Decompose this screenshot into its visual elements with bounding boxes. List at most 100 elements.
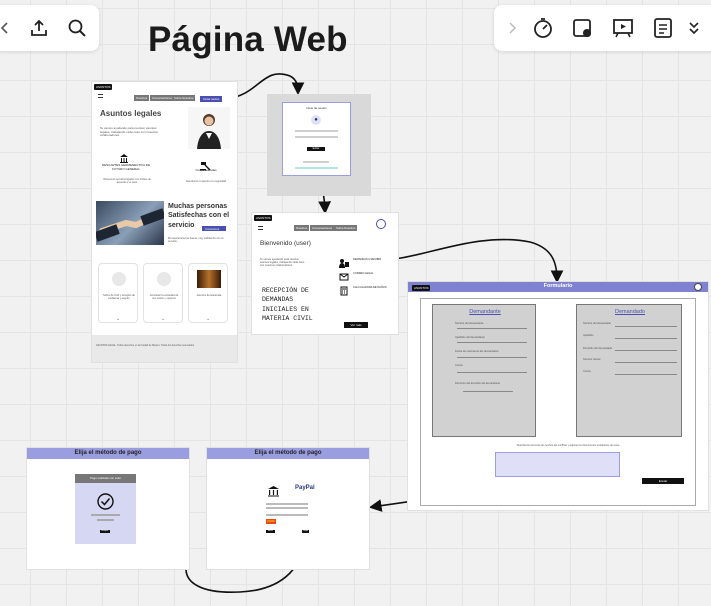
dashboard-menu-1[interactable]: DEMANDAS A RECIBIR: [353, 258, 381, 261]
demandado-input-2[interactable]: [615, 338, 677, 339]
demandado-input-1[interactable]: [615, 326, 677, 327]
demandante-title: Demandante: [469, 309, 501, 315]
landing-login-button[interactable]: Iniciar sesión: [200, 96, 223, 102]
landing-footer-text: ASUNTOS LEGAL. Todos derechos en la Ciud…: [96, 344, 195, 347]
demandado-input-3[interactable]: [615, 350, 677, 351]
user-avatar-icon[interactable]: [376, 219, 386, 229]
check-icon: [97, 493, 114, 510]
demandante-input-4[interactable]: [457, 372, 527, 373]
demandante-input-1[interactable]: [457, 328, 527, 329]
dashboard-button[interactable]: Ver más: [344, 322, 368, 328]
demandado-title: Demandado: [615, 309, 645, 315]
demandado-input-5[interactable]: [615, 374, 677, 375]
landing-card-1[interactable]: Sobre de Civil y Arreglos de problema y …: [98, 263, 138, 323]
library-photo: [197, 270, 221, 288]
payment-back-button[interactable]: Atrás: [266, 530, 275, 533]
form-settings-icon[interactable]: [694, 283, 702, 291]
landing-card-1-text: Sobre de Civil y Arreglos de problema y …: [103, 294, 136, 301]
demandado-panel: Demandado Nombre del demandado Apellidos…: [576, 304, 682, 437]
demandado-field-3: Domicilio del demandado: [583, 347, 613, 350]
landing-card-2-text: Consultar la sociedad de sus casos y seg…: [149, 294, 179, 301]
demandante-input-5[interactable]: [463, 391, 513, 392]
demandado-field-4: Número celular: [583, 358, 601, 361]
lawyer-photo: [188, 107, 230, 149]
success-accept-button[interactable]: Aceptar: [100, 530, 110, 533]
login-username-field[interactable]: [295, 130, 338, 132]
payment-pay-button[interactable]: Pagar: [302, 530, 309, 533]
demandado-field-5: Correo: [583, 370, 591, 373]
mail-icon: [339, 269, 349, 281]
form-title: Formulario: [543, 283, 573, 289]
landing-heading: Asuntos legales: [100, 109, 162, 118]
paypal-logo[interactable]: PayPal: [295, 485, 315, 491]
handshake-photo: [94, 201, 166, 245]
login-user-icon: ●: [311, 115, 321, 125]
demandado-field-1: Nombre del demandado: [583, 322, 611, 325]
payment-field-2[interactable]: [266, 507, 308, 509]
paypal-label: PayPal: [295, 485, 315, 491]
landing-logo: ASUNTOS: [94, 84, 113, 90]
demandante-field-5: Dirección del domicilio del demandante: [455, 382, 501, 385]
login-password-field[interactable]: [295, 136, 338, 138]
oxxo-label: OXXO: [267, 520, 275, 523]
payment-frame-2[interactable]: Elija el método de pago PayPal OXXO Atrá…: [207, 448, 369, 569]
dashboard-logo: ASUNTOS: [254, 215, 273, 221]
chevron-down-icon[interactable]: ⌄: [206, 316, 210, 322]
landing-icon2-sub: Atendemos tu asunto a tu seguridad: [185, 180, 227, 183]
chevron-down-icon[interactable]: ⌄: [116, 316, 120, 322]
demandante-input-2[interactable]: [457, 342, 527, 343]
payment-1-header: Elija el método de pago: [27, 448, 189, 459]
landing-icon1-sub: Ofrecemos servicios ligados con Civiles …: [103, 178, 151, 184]
form-textarea[interactable]: [495, 452, 620, 477]
landing-card-2[interactable]: Consultar la sociedad de sus casos y seg…: [143, 263, 183, 323]
dashboard-menu-3[interactable]: CALCULADORA DE DAÑOS: [353, 286, 387, 289]
dashboard-nav-1[interactable]: Nosotros: [294, 225, 310, 231]
login-frame[interactable]: Inicio de sesión ● Entrar: [283, 103, 350, 175]
payment-field-1[interactable]: [266, 503, 308, 505]
dashboard-intro: Te vamos ayudando para resolver asuntos …: [260, 258, 305, 268]
dashboard-menu-2[interactable]: CORREO LEGAL: [353, 272, 373, 275]
landing-nav-1[interactable]: Nosotros: [134, 95, 150, 101]
landing-icon2-label: Civiles adeudas: [195, 168, 217, 172]
bank-icon[interactable]: [267, 484, 280, 497]
success-card-header: Pago realizado con éxito: [75, 474, 136, 483]
login-title: Inicio de sesión: [306, 106, 327, 110]
landing-intro: Te vamos ayudando para resolver asuntos …: [100, 126, 158, 138]
demandante-field-1: Nombre del demandante: [455, 322, 484, 325]
demandado-input-4[interactable]: [615, 362, 677, 363]
login-link-2[interactable]: [295, 167, 338, 169]
landing-nav-2[interactable]: Conversaciones: [150, 95, 175, 101]
demandante-panel: Demandante Nombre del demandante Apellid…: [432, 304, 536, 437]
demandado-field-2: Apellidos: [583, 334, 594, 337]
building-icon: [119, 150, 129, 163]
payment-frame-1[interactable]: Elija el método de pago Pago realizado c…: [27, 448, 189, 569]
landing-card-3[interactable]: Asuntos de Hacienda ⌄: [188, 263, 228, 323]
demandante-field-4: Correo: [455, 364, 463, 367]
login-link-1[interactable]: [303, 161, 329, 163]
form-note: Describa brevemente los hechos del confl…: [516, 444, 620, 447]
success-line-2: [97, 519, 114, 521]
landing-nav-3[interactable]: Sobre Nosotros: [172, 95, 196, 101]
calculator-icon: [339, 283, 349, 296]
payment-field-3[interactable]: [266, 514, 308, 516]
demandante-input-3[interactable]: [457, 357, 527, 358]
payment-2-header: Elija el método de pago: [207, 448, 369, 459]
dashboard-nav-3[interactable]: Sobre Nosotros: [334, 225, 358, 231]
hamburger-icon[interactable]: [98, 94, 103, 98]
login-button[interactable]: Entrar: [307, 147, 325, 151]
form-submit-button[interactable]: Enviar: [642, 478, 684, 484]
form-frame[interactable]: ASUNTOS Formulario Demandante Nombre del…: [408, 282, 708, 510]
oxxo-logo[interactable]: OXXO: [266, 519, 276, 524]
image-placeholder-icon: [112, 272, 126, 286]
dashboard-frame[interactable]: ASUNTOS Nosotros Conversaciones Sobre No…: [252, 213, 398, 334]
success-card: Pago realizado con éxito Aceptar: [75, 474, 136, 544]
landing-card-3-text: Asuntos de Hacienda: [196, 294, 222, 297]
chevron-down-icon[interactable]: ⌄: [161, 316, 165, 322]
dashboard-welcome: Bienvenido (user): [260, 240, 311, 247]
demandante-field-2: Apellidos del demandante: [455, 336, 485, 339]
landing-page-frame[interactable]: ASUNTOS Nosotros Conversaciones Sobre No…: [92, 82, 237, 362]
demandante-field-3: Fecha de nacimiento del demandante: [455, 350, 499, 353]
dashboard-nav-2[interactable]: Conversaciones: [310, 225, 335, 231]
hamburger-icon[interactable]: [258, 226, 263, 230]
landing-heading2-button[interactable]: Conócenos: [202, 226, 226, 231]
